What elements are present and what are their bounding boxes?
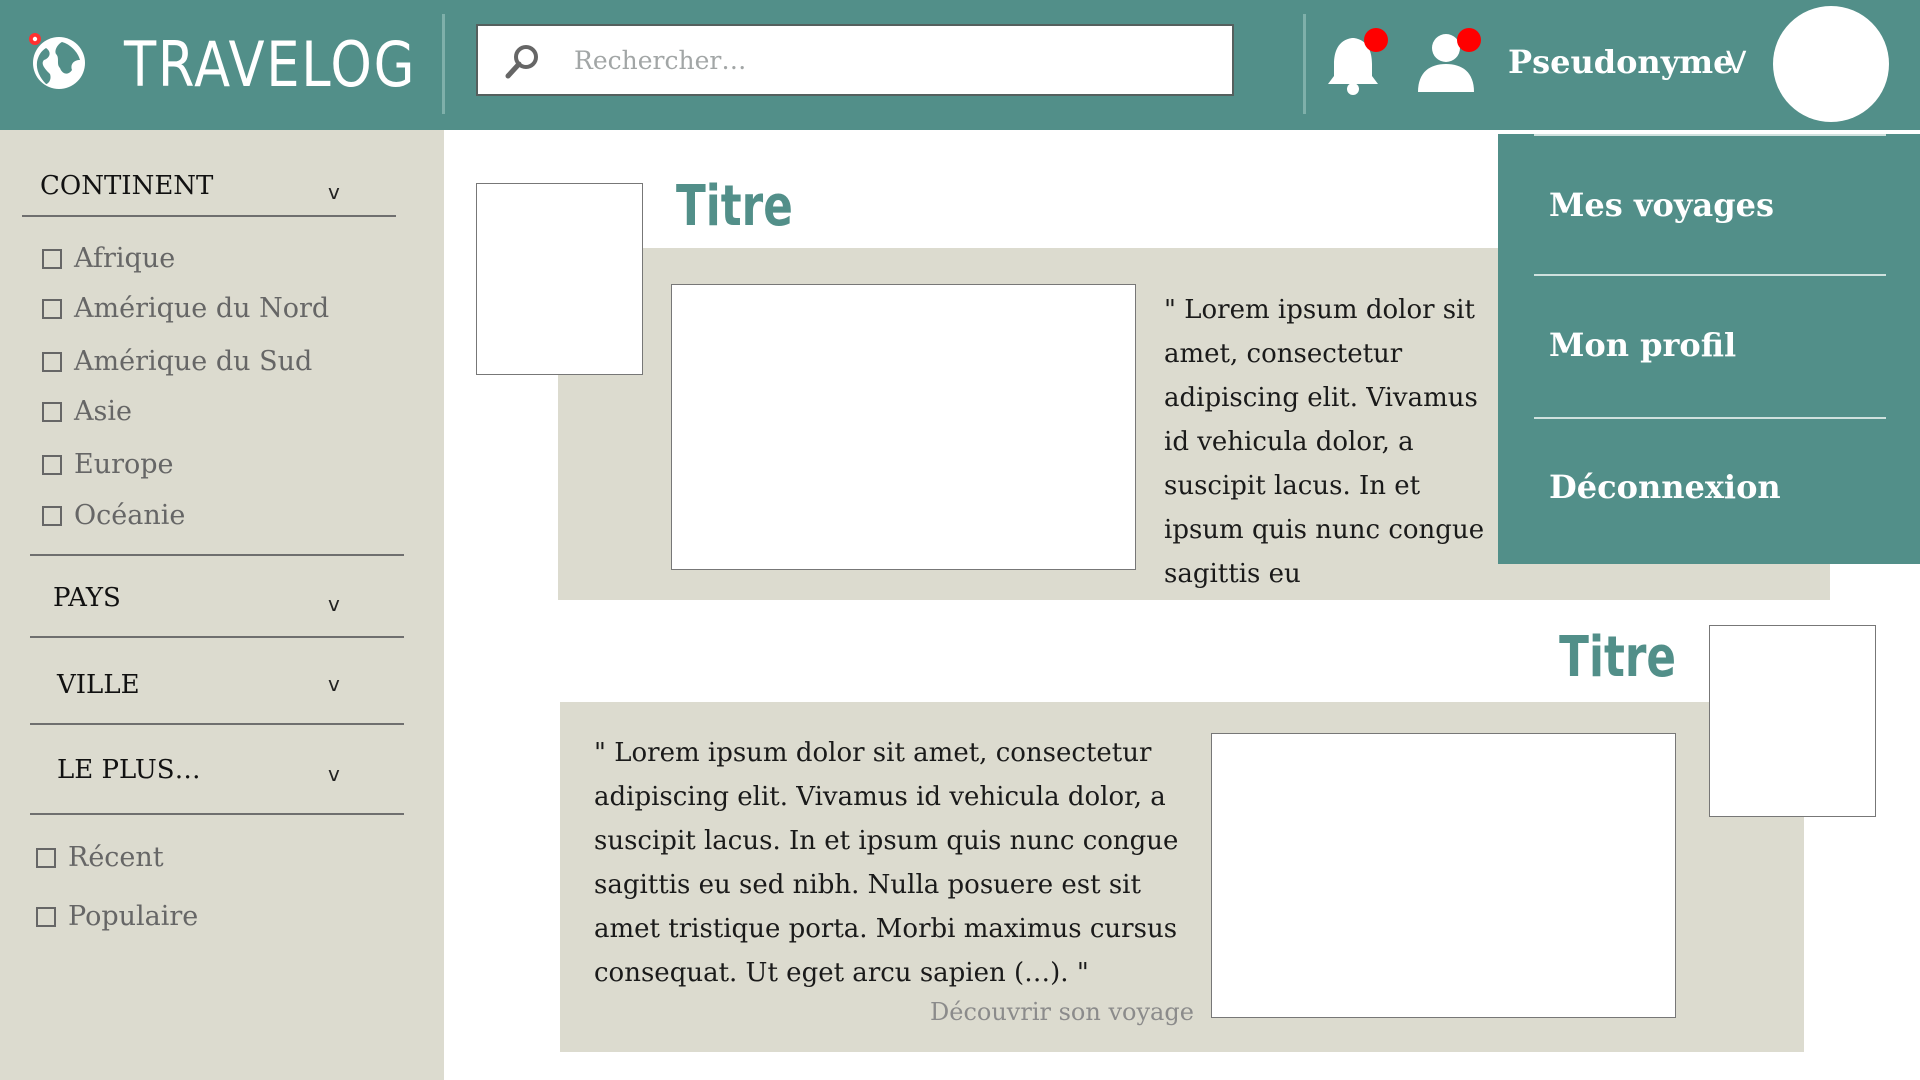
continent-option-label: Amérique du Sud	[74, 346, 313, 377]
menu-item-logout[interactable]: Déconnexion	[1549, 465, 1781, 509]
filter-ville-label[interactable]: VILLE	[57, 667, 140, 703]
checkbox[interactable]	[36, 848, 56, 868]
chevron-down-icon[interactable]: v	[328, 762, 340, 786]
notification-badge	[1364, 28, 1388, 52]
continent-option[interactable]: Océanie	[42, 498, 185, 534]
filter-continent-label[interactable]: CONTINENT	[40, 168, 213, 204]
checkbox[interactable]	[42, 455, 62, 475]
divider	[30, 813, 404, 815]
filter-pays-label[interactable]: PAYS	[53, 580, 121, 616]
author-avatar-image[interactable]	[476, 183, 643, 375]
discover-trip-link[interactable]: Découvrir son voyage	[930, 994, 1194, 1030]
divider	[1534, 274, 1886, 276]
chevron-down-icon[interactable]: v	[328, 592, 340, 616]
username[interactable]: Pseudonyme	[1508, 38, 1734, 86]
search-input[interactable]	[574, 36, 1214, 84]
post-image[interactable]	[1211, 733, 1676, 1018]
continent-option[interactable]: Europe	[42, 447, 174, 483]
post-image[interactable]	[671, 284, 1136, 570]
chevron-down-icon[interactable]: v	[328, 672, 340, 696]
sort-option[interactable]: Récent	[36, 840, 164, 876]
post-title[interactable]: Titre	[1473, 623, 1676, 693]
checkbox[interactable]	[42, 352, 62, 372]
checkbox[interactable]	[36, 907, 56, 927]
continent-option[interactable]: Amérique du Sud	[42, 344, 312, 380]
author-avatar-image[interactable]	[1709, 625, 1876, 817]
continent-option-label: Afrique	[74, 243, 176, 274]
menu-item-my-profile[interactable]: Mon profil	[1549, 323, 1736, 367]
post-excerpt: " Lorem ipsum dolor sit amet, consectetu…	[594, 738, 1179, 988]
globe-pin-icon[interactable]	[26, 30, 88, 92]
avatar[interactable]	[1773, 6, 1889, 122]
post-excerpt: " Lorem ipsum dolor sit amet, consectetu…	[1164, 295, 1485, 589]
divider	[30, 723, 404, 725]
header-divider	[442, 14, 445, 114]
sort-option-label: Populaire	[68, 901, 199, 932]
continent-option-label: Asie	[74, 396, 132, 427]
continent-option[interactable]: Amérique du Nord	[42, 291, 329, 327]
header-divider	[1303, 14, 1306, 114]
search-bar	[476, 24, 1234, 96]
search-icon[interactable]	[502, 42, 542, 82]
checkbox[interactable]	[42, 249, 62, 269]
post-title[interactable]: Titre	[676, 172, 793, 242]
friend-request-badge	[1457, 28, 1481, 52]
app-logo-text[interactable]: TRAVELOG	[124, 20, 416, 110]
divider	[1534, 134, 1886, 136]
chevron-down-icon[interactable]: v	[328, 180, 340, 204]
continent-option-label: Europe	[74, 449, 174, 480]
continent-option[interactable]: Asie	[42, 394, 132, 430]
filter-le-plus-label[interactable]: LE PLUS…	[57, 752, 201, 788]
divider	[1534, 417, 1886, 419]
continent-option-label: Océanie	[74, 500, 186, 531]
continent-option-label: Amérique du Nord	[74, 293, 330, 324]
sort-option[interactable]: Populaire	[36, 899, 198, 935]
checkbox[interactable]	[42, 506, 62, 526]
chevron-down-icon[interactable]: V	[1726, 46, 1747, 82]
divider	[30, 636, 404, 638]
sort-option-label: Récent	[68, 842, 164, 873]
checkbox[interactable]	[42, 299, 62, 319]
divider	[30, 554, 404, 556]
divider	[22, 215, 396, 217]
continent-option[interactable]: Afrique	[42, 241, 175, 277]
checkbox[interactable]	[42, 402, 62, 422]
menu-item-my-trips[interactable]: Mes voyages	[1549, 183, 1774, 227]
